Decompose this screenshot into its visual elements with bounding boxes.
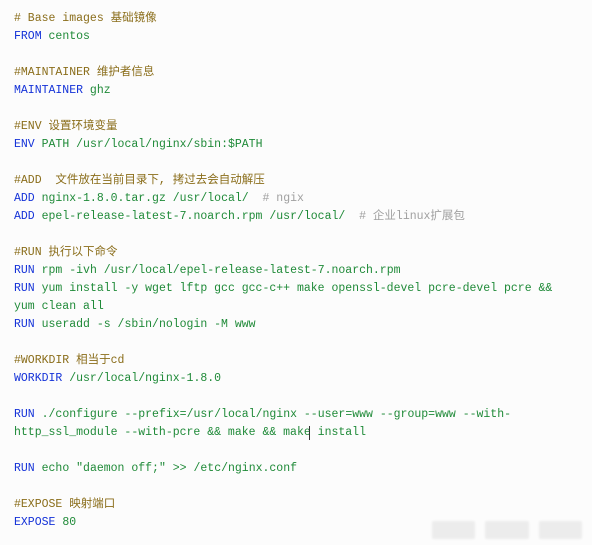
comment-run: #RUN 执行以下命令: [14, 244, 578, 262]
comment-env: #ENV 设置环境变量: [14, 118, 578, 136]
blank-line: [14, 442, 578, 460]
add-line-2: ADD epel-release-latest-7.noarch.rpm /us…: [14, 208, 578, 226]
run-configure: RUN ./configure --prefix=/usr/local/ngin…: [14, 406, 578, 442]
blank-line: [14, 100, 578, 118]
blank-line: [14, 334, 578, 352]
dockerfile-code-block: # Base images 基础镜像 FROM centos #MAINTAIN…: [0, 0, 592, 545]
maintainer-line: MAINTAINER ghz: [14, 82, 578, 100]
add-line-1: ADD nginx-1.8.0.tar.gz /usr/local/ # ngi…: [14, 190, 578, 208]
comment-base-images: # Base images 基础镜像: [14, 10, 578, 28]
run-line-3: RUN useradd -s /sbin/nologin -M www: [14, 316, 578, 334]
comment-maintainer: #MAINTAINER 维护者信息: [14, 64, 578, 82]
env-line: ENV PATH /usr/local/nginx/sbin:$PATH: [14, 136, 578, 154]
run-line-2: RUN yum install -y wget lftp gcc gcc-c++…: [14, 280, 578, 316]
blank-line: [14, 226, 578, 244]
comment-workdir: #WORKDIR 相当于cd: [14, 352, 578, 370]
blank-line: [14, 478, 578, 496]
workdir-line: WORKDIR /usr/local/nginx-1.8.0: [14, 370, 578, 388]
comment-add: #ADD 文件放在当前目录下, 拷过去会自动解压: [14, 172, 578, 190]
run-echo: RUN echo "daemon off;" >> /etc/nginx.con…: [14, 460, 578, 478]
blank-line: [14, 388, 578, 406]
run-line-1: RUN rpm -ivh /usr/local/epel-release-lat…: [14, 262, 578, 280]
footer-smudge: [432, 521, 582, 539]
from-line: FROM centos: [14, 28, 578, 46]
text-cursor-area: make: [283, 424, 311, 442]
comment-expose: #EXPOSE 映射端口: [14, 496, 578, 514]
blank-line: [14, 46, 578, 64]
blank-line: [14, 154, 578, 172]
